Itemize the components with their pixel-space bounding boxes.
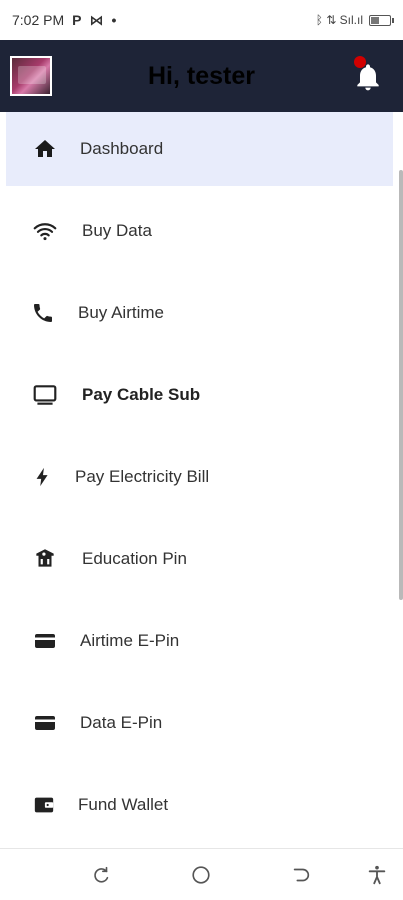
home-icon (32, 136, 58, 162)
menu-label: Education Pin (82, 549, 187, 568)
menu-item-fund-wallet[interactable]: Fund Wallet (6, 768, 393, 842)
mail-icon: ⋈ (89, 11, 104, 28)
school-icon (32, 546, 58, 572)
bolt-icon (30, 464, 56, 490)
menu-item-airtime-e-pin[interactable]: Airtime E-Pin (6, 604, 393, 678)
scrollbar[interactable] (399, 170, 403, 600)
status-left: 7:02 PM P ⋈ • (12, 12, 116, 29)
menu-label: Pay Cable Sub (82, 385, 201, 404)
home-circle-icon[interactable] (190, 864, 212, 886)
menu-item-data-e-pin[interactable]: Data E-Pin (6, 686, 393, 760)
menu-label: Airtime E-Pin (80, 631, 180, 650)
menu-label: Dashboard (80, 139, 164, 158)
phone-icon (30, 300, 56, 326)
menu-label: Fund Wallet (78, 795, 169, 814)
menu-item-pay-electricity-bill[interactable]: Pay Electricity Bill (6, 440, 393, 514)
menu-item-education-pin[interactable]: Education Pin (6, 522, 393, 596)
card-icon (32, 628, 58, 654)
menu-item-buy-airtime[interactable]: Buy Airtime (6, 276, 393, 350)
status-right: ᛒ ⇅ Sıl.ıl (315, 13, 394, 27)
status-time: 7:02 PM (12, 12, 65, 28)
back-icon[interactable] (290, 864, 312, 886)
card-icon (32, 710, 58, 736)
notification-dot (354, 56, 366, 68)
menu-item-buy-data[interactable]: Buy Data (6, 194, 393, 268)
recents-icon[interactable] (90, 864, 112, 886)
menu-label: Buy Data (82, 221, 152, 240)
battery-icon (369, 14, 394, 26)
dot-icon: • (111, 12, 117, 28)
app-header: Hi, tester (0, 40, 403, 112)
menu-item-dashboard[interactable]: Dashboard (6, 112, 393, 186)
parking-icon: P (72, 12, 82, 28)
signal-icons: ᛒ ⇅ Sıl.ıl (315, 13, 363, 27)
system-nav-bar (0, 848, 403, 900)
status-bar: 7:02 PM P ⋈ • ᛒ ⇅ Sıl.ıl (0, 0, 403, 40)
menu-label: Data E-Pin (80, 713, 163, 732)
menu-label: Pay Electricity Bill (75, 467, 210, 486)
wifi-icon (32, 218, 58, 244)
greeting-title: Hi, tester (148, 62, 255, 90)
tv-icon (32, 382, 58, 408)
drawer-menu: Dashboard Buy Data Buy Airtime Pay Cable… (0, 112, 403, 848)
menu-item-pay-cable-sub[interactable]: Pay Cable Sub (6, 358, 393, 432)
wallet-icon (31, 792, 57, 818)
menu-label: Buy Airtime (78, 303, 164, 322)
accessibility-icon[interactable] (366, 864, 388, 886)
